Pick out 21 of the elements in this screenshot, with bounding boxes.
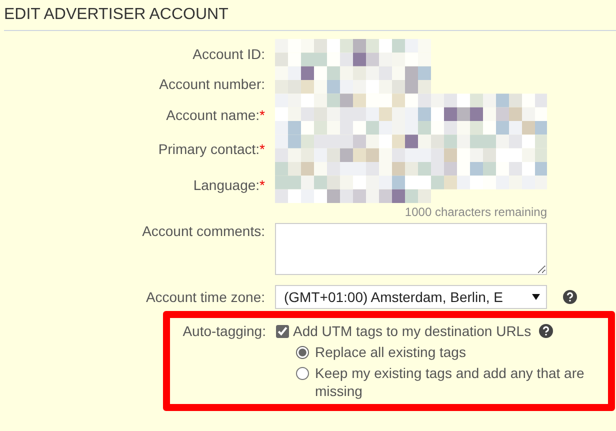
page-title: EDIT ADVERTISER ACCOUNT [4,4,616,31]
field-label: Auto-tagging: [182,322,266,340]
field-label: Account comments: [141,223,265,239]
time-zone-select[interactable]: (GMT+01:00) Amsterdam, Berlin, E [275,285,547,309]
field-label: Primary contact:* [157,140,265,159]
field-label: Account time zone: [144,289,265,305]
field-label: Account name:* [165,106,265,125]
help-icon[interactable] [563,290,577,304]
radio-button[interactable] [296,346,309,359]
field-label: Account number: [158,75,265,94]
radio-label: Keep my existing tags and add any that are missing [315,364,586,400]
help-icon[interactable] [539,324,554,338]
field-label: Account ID: [192,45,265,64]
character-counter: 1000 characters remaining [404,205,547,219]
checkbox-label: Add UTM tags to my destination URLs [293,322,532,340]
comments-field[interactable] [275,223,547,275]
field-label: Language:* [192,176,265,195]
radio-label: Replace all existing tags [315,343,466,361]
checkbox[interactable] [276,324,289,338]
radio-button[interactable] [296,367,309,380]
caret-icon [532,294,540,300]
